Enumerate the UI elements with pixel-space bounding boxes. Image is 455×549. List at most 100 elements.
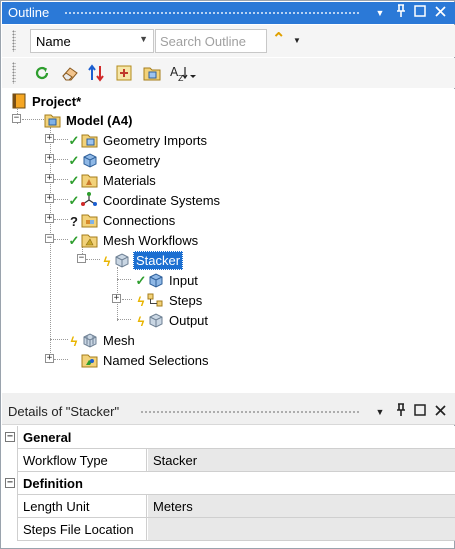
check-status-icon: ✓ [68, 193, 80, 208]
tree-node-label: Connections [103, 212, 176, 228]
expand-connections-toggle[interactable]: + [45, 214, 54, 223]
property-row-workflow-type[interactable]: Workflow Type Stacker [2, 449, 455, 472]
property-value-field[interactable] [148, 518, 455, 540]
expand-steps-toggle[interactable]: + [112, 294, 121, 303]
outline-panel: Outline ▼ Name ▼ ⌃ ▼ [0, 0, 455, 549]
tree-node-label: Input [169, 272, 198, 288]
tree-node-project[interactable]: Project* [10, 91, 83, 111]
pin-icon[interactable] [393, 4, 409, 22]
property-value-field[interactable]: Stacker [148, 449, 455, 471]
question-status-icon: ? [70, 213, 78, 229]
mesh-workflows-icon [81, 232, 98, 249]
tree-toolbar: AZ [2, 58, 455, 88]
chevron-down-icon: ▼ [139, 34, 148, 44]
tree-node-materials[interactable]: Materials [81, 170, 158, 190]
refresh-icon[interactable] [32, 63, 52, 83]
tree-node-label: Geometry [103, 152, 161, 168]
check-status-icon: ✓ [68, 133, 80, 148]
toolbar-gripper-2[interactable] [12, 62, 16, 84]
group-label: General [23, 430, 72, 445]
tree-node-connections[interactable]: Connections [81, 210, 177, 230]
tree-node-label: Project* [32, 93, 82, 109]
folder-filter-icon[interactable] [142, 63, 162, 83]
property-row-length-unit[interactable]: Length Unit Meters [2, 495, 455, 518]
collapse-filter-icon[interactable]: ⌃ [272, 29, 285, 49]
tree-node-label: Stacker [133, 250, 184, 270]
search-outline-input[interactable] [155, 29, 267, 53]
check-status-icon: ✓ [68, 233, 80, 248]
tree-node-label: Output [169, 312, 209, 328]
property-value: Stacker [153, 453, 198, 468]
details-close-icon[interactable] [432, 403, 448, 421]
collapse-model-toggle[interactable]: − [12, 114, 21, 123]
geometry-imports-icon [81, 132, 98, 149]
tree-node-label: Geometry Imports [103, 132, 208, 148]
property-row-steps-file-location[interactable]: Steps File Location [2, 518, 455, 541]
tree-node-stacker[interactable]: Stacker [113, 250, 184, 270]
tree-node-model[interactable]: Model (A4) [44, 110, 134, 130]
tree-node-coordinate-systems[interactable]: Coordinate Systems [81, 190, 222, 210]
tree-node-steps[interactable]: Steps [147, 290, 204, 310]
check-status-icon: ✓ [68, 153, 80, 168]
tree-node-input[interactable]: Input [147, 270, 200, 290]
filter-options-dropdown-icon[interactable]: ▼ [293, 36, 301, 45]
eraser-icon[interactable] [60, 63, 80, 83]
tree-node-label: Mesh [103, 332, 135, 348]
tree-node-mesh-workflows[interactable]: Mesh Workflows [81, 230, 200, 250]
outline-tree: − + + + + + − − + + ✓ ✓ ✓ ✓ ? ✓ ϟ ✓ ϟ ϟ … [2, 89, 455, 393]
details-restore-icon[interactable] [412, 403, 428, 421]
group-header-definition[interactable]: − Definition [2, 472, 455, 495]
toolbar-gripper[interactable] [12, 30, 16, 52]
tree-node-output[interactable]: Output [147, 310, 210, 330]
tree-node-mesh[interactable]: Mesh [81, 330, 137, 350]
close-icon[interactable] [432, 4, 448, 22]
group-header-general[interactable]: − General [2, 426, 455, 449]
collapse-mesh-workflows-toggle[interactable]: − [45, 234, 54, 243]
project-icon [10, 93, 27, 110]
expand-geometry-toggle[interactable]: + [45, 154, 54, 163]
tree-node-label: Model (A4) [66, 112, 133, 128]
expand-geometry-imports-toggle[interactable]: + [45, 134, 54, 143]
tree-node-label: Named Selections [103, 352, 209, 368]
outline-title-bar: Outline ▼ [2, 2, 455, 24]
filter-type-value: Name [36, 34, 71, 49]
property-name: Workflow Type [23, 453, 108, 468]
materials-icon [81, 172, 98, 189]
filter-type-dropdown[interactable]: Name ▼ [30, 29, 154, 53]
tree-node-geometry-imports[interactable]: Geometry Imports [81, 130, 209, 150]
collapse-general-toggle[interactable]: − [5, 432, 15, 442]
expand-coordinate-systems-toggle[interactable]: + [45, 194, 54, 203]
title-bar-gripper[interactable] [64, 11, 360, 16]
expand-materials-toggle[interactable]: + [45, 174, 54, 183]
lightning-status-icon: ϟ [70, 333, 78, 349]
details-pin-icon[interactable] [393, 403, 409, 421]
outline-title: Outline [8, 5, 50, 20]
model-icon [44, 112, 61, 129]
property-name: Length Unit [23, 499, 90, 514]
tree-node-label: Steps [169, 292, 203, 308]
geometry-icon [81, 152, 98, 169]
restore-icon[interactable] [412, 4, 428, 22]
lightning-status-icon: ϟ [103, 253, 111, 269]
expand-all-icon[interactable] [114, 63, 134, 83]
collapse-definition-toggle[interactable]: − [5, 478, 15, 488]
coordinate-systems-icon [81, 192, 98, 209]
sort-icon[interactable] [86, 63, 106, 83]
details-title-gripper[interactable] [140, 410, 360, 415]
lightning-status-icon: ϟ [137, 313, 145, 329]
details-title-bar: Details of "Stacker" ▼ [2, 399, 455, 425]
window-menu-dropdown-icon[interactable]: ▼ [372, 4, 388, 22]
collapse-stacker-toggle[interactable]: − [77, 254, 86, 263]
tree-node-named-selections[interactable]: Named Selections [81, 350, 211, 370]
named-selections-icon [81, 352, 98, 369]
check-status-icon: ✓ [135, 273, 147, 288]
output-icon [147, 312, 164, 329]
tree-node-geometry[interactable]: Geometry [81, 150, 162, 170]
expand-named-selections-toggle[interactable]: + [45, 354, 54, 363]
input-icon [147, 272, 164, 289]
sort-az-icon[interactable]: AZ [168, 63, 198, 83]
details-menu-dropdown-icon[interactable]: ▼ [372, 403, 388, 421]
tree-node-label: Mesh Workflows [103, 232, 199, 248]
steps-icon [147, 292, 164, 309]
property-value-field[interactable]: Meters [148, 495, 455, 517]
